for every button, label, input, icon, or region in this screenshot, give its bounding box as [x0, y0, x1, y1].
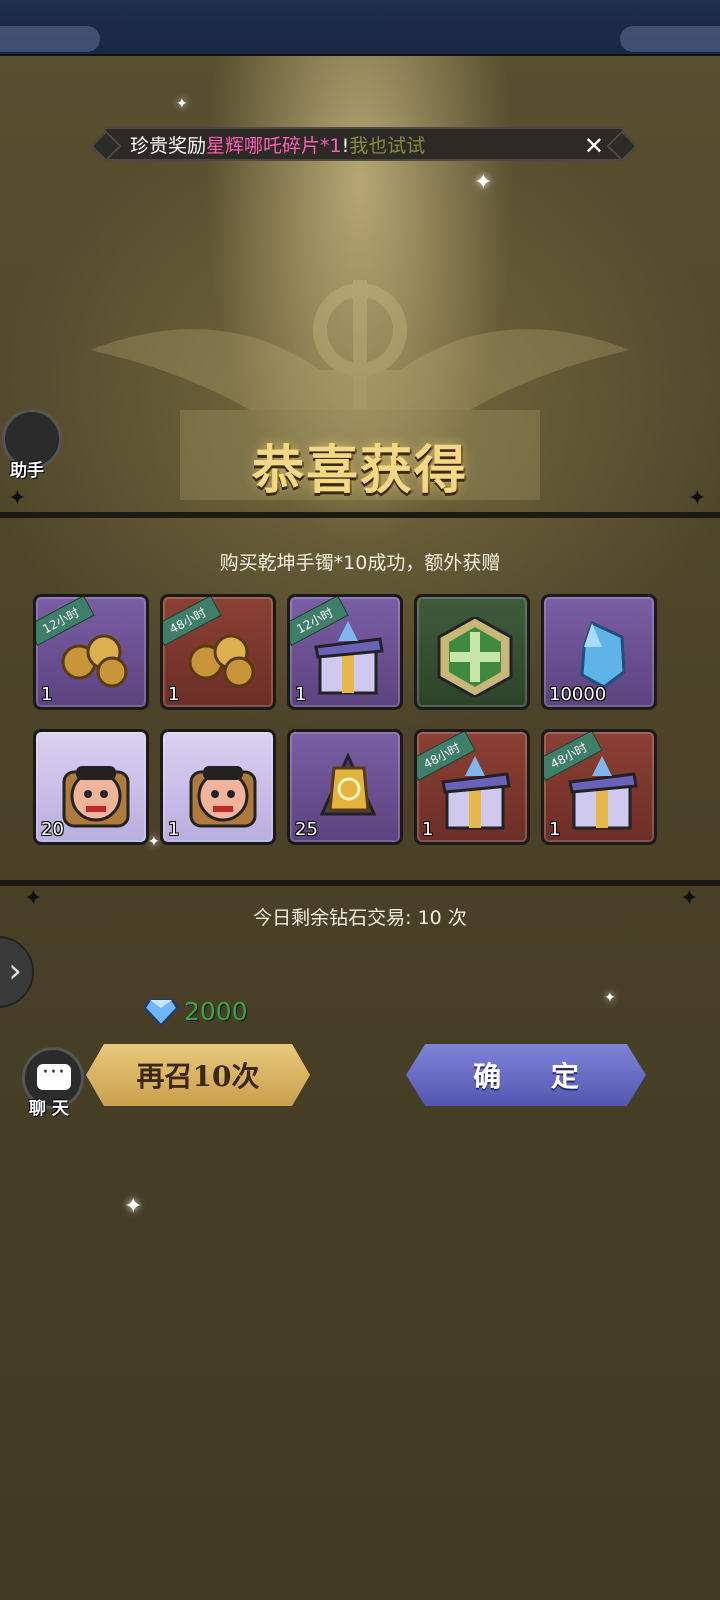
banner-item-name: 星辉哪吒碎片*1 [206, 134, 342, 157]
exp-gift-box-icon [314, 621, 384, 695]
reward-item-green-emblem[interactable] [414, 594, 530, 710]
cost-value: 2000 [184, 997, 248, 1026]
close-icon[interactable]: ✕ [584, 132, 604, 160]
divider [0, 880, 720, 886]
banner-text: 珍贵奖励星辉哪吒碎片*1!我也试试 [130, 131, 425, 158]
gold-roses-icon [188, 634, 255, 688]
hero-fragment-icon [189, 766, 257, 828]
chat-label: 聊 天 [29, 1099, 69, 1119]
sparkle-icon: ✦ [604, 990, 616, 1006]
item-count: 1 [168, 684, 180, 705]
exp-gift-box-icon [441, 756, 511, 830]
divider [0, 512, 720, 518]
purchase-result-text: 购买乾坤手镯*10成功，额外获赠 [219, 552, 501, 574]
item-count: 25 [295, 819, 318, 840]
diamond-icon [144, 998, 178, 1026]
corner-ornament-icon: ✦ [8, 486, 27, 511]
item-count: 10000 [549, 684, 607, 705]
reward-item-blue-crystal[interactable]: 10000 [541, 594, 657, 710]
reward-item-gold-roses-12h[interactable]: 12小时 1 [33, 594, 149, 710]
remaining-trades-text: 今日剩余钻石交易: 10 次 [253, 907, 467, 929]
sparkle-icon: ✦ [124, 1194, 143, 1219]
congrats-title: 恭喜获得 [251, 440, 468, 501]
sparkle-icon: ✦ [176, 96, 188, 112]
gold-roses-icon [61, 634, 128, 688]
item-count: 1 [295, 684, 307, 705]
sparkle-icon: ✦ [474, 170, 493, 195]
item-count: 20 [41, 819, 64, 840]
reward-item-exp-box-48h[interactable]: 48小时 1 [541, 729, 657, 845]
green-emblem-icon [437, 617, 513, 697]
sparkle-icon: ✦ [148, 834, 160, 850]
corner-ornament-icon: ✦ [688, 486, 707, 511]
cloud-decoration [0, 26, 100, 52]
reward-item-gold-talisman[interactable]: 25 [287, 729, 403, 845]
item-count: 1 [549, 819, 561, 840]
reward-item-gold-roses-48h[interactable]: 48小时 1 [160, 594, 276, 710]
banner-prefix: 珍贵奖励 [130, 134, 207, 157]
chat-bubble-icon [37, 1060, 71, 1090]
item-count: 1 [422, 819, 434, 840]
item-count: 1 [168, 819, 180, 840]
summon-cost: 2000 [144, 997, 248, 1026]
reward-broadcast-banner[interactable]: 珍贵奖励星辉哪吒碎片*1!我也试试 ✕ [104, 127, 624, 161]
gold-talisman-icon [319, 752, 377, 816]
confirm-button[interactable]: 确 定 [406, 1044, 646, 1106]
hero-fragment-icon [62, 766, 130, 828]
reward-item-hero-fragment[interactable]: 1 [160, 729, 276, 845]
reward-item-exp-box-12h[interactable]: 12小时 1 [287, 594, 403, 710]
reward-item-exp-box-48h[interactable]: 48小时 1 [414, 729, 530, 845]
banner-try-link[interactable]: 我也试试 [349, 135, 425, 157]
item-count: 1 [41, 684, 53, 705]
reward-item-hero-fragment[interactable]: 20 [33, 729, 149, 845]
top-bar [0, 0, 720, 56]
exp-gift-box-icon [568, 756, 638, 830]
cloud-decoration [620, 26, 720, 52]
summon-again-button[interactable]: 再召10次 [86, 1044, 310, 1106]
